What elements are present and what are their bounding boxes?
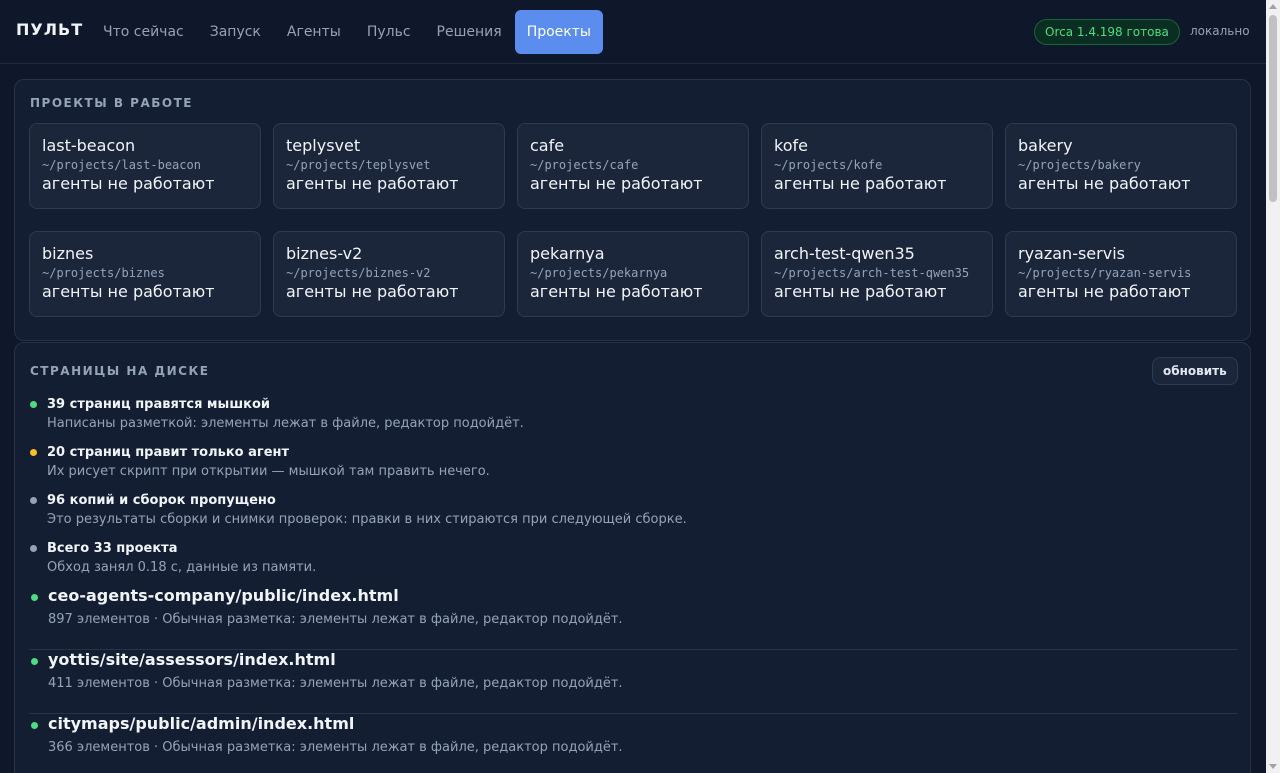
summary-item: 96 копий и сборок пропущено Это результа… — [29, 492, 1239, 540]
project-name: kofe — [774, 136, 808, 155]
summary-title: 96 копий и сборок пропущено — [47, 493, 276, 508]
summary-item: 20 страниц правит только агент Их рисует… — [29, 444, 1239, 492]
project-path: ~/projects/bakery — [1018, 158, 1141, 172]
project-card[interactable]: biznes-v2 ~/projects/biznes-v2 агенты не… — [273, 231, 505, 317]
scrollbar[interactable] — [1266, 0, 1280, 773]
main-nav: Что сейчас Запуск Агенты Пульс Решения П… — [90, 10, 603, 54]
file-path[interactable]: yottis/site/assessors/index.html — [48, 650, 1237, 670]
summary-item: 39 страниц правятся мышкой Написаны разм… — [29, 396, 1239, 444]
pages-section-title: СТРАНИЦЫ НА ДИСКЕ — [30, 364, 210, 378]
summary-desc: Обход занял 0.18 с, данные из памяти. — [47, 560, 317, 575]
file-row[interactable]: ceo-agents-company/public/index.html 897… — [29, 586, 1237, 650]
project-status: агенты не работают — [774, 174, 947, 193]
project-card[interactable]: pekarnya ~/projects/pekarnya агенты не р… — [517, 231, 749, 317]
projects-section-title: ПРОЕКТЫ В РАБОТЕ — [30, 96, 193, 110]
file-row[interactable]: citymaps/public/admin/index.html 366 эле… — [29, 714, 1237, 773]
file-path[interactable]: ceo-agents-company/public/index.html — [48, 586, 1237, 606]
projects-grid: last-beacon ~/projects/last-beacon агент… — [29, 123, 1237, 317]
project-status: агенты не работают — [530, 282, 703, 301]
project-card[interactable]: ryazan-servis ~/projects/ryazan-servis а… — [1005, 231, 1237, 317]
app-brand: ПУЛЬТ — [16, 20, 84, 39]
nav-item-decisions[interactable]: Решения — [424, 10, 515, 54]
status-dot-icon — [30, 449, 37, 456]
project-status: агенты не работают — [774, 282, 947, 301]
nav-item-pulse[interactable]: Пульс — [354, 10, 424, 54]
summary-desc: Написаны разметкой: элементы лежат в фай… — [47, 416, 524, 431]
scroll-down-icon[interactable] — [1269, 764, 1277, 769]
pages-summary: 39 страниц правятся мышкой Написаны разм… — [29, 396, 1239, 586]
nav-item-launch[interactable]: Запуск — [197, 10, 274, 54]
nav-item-projects[interactable]: Проекты — [514, 10, 603, 54]
nav-item-agents[interactable]: Агенты — [274, 10, 354, 54]
top-bar: ПУЛЬТ Что сейчас Запуск Агенты Пульс Реш… — [0, 0, 1266, 64]
file-path[interactable]: citymaps/public/admin/index.html — [48, 714, 1237, 734]
project-name: teplysvet — [286, 136, 361, 155]
file-desc: 366 элементов · Обычная разметка: элемен… — [48, 740, 623, 755]
summary-desc: Это результаты сборки и снимки проверок:… — [47, 512, 687, 527]
summary-title: 39 страниц правятся мышкой — [47, 397, 270, 412]
file-desc: 897 элементов · Обычная разметка: элемен… — [48, 612, 623, 627]
nav-item-now[interactable]: Что сейчас — [90, 10, 197, 54]
project-name: biznes — [42, 244, 94, 263]
summary-title: 20 страниц правит только агент — [47, 445, 290, 460]
project-status: агенты не работают — [1018, 282, 1191, 301]
project-status: агенты не работают — [286, 174, 459, 193]
project-path: ~/projects/pekarnya — [530, 266, 668, 280]
scroll-thumb[interactable] — [1269, 15, 1277, 202]
project-card[interactable]: bakery ~/projects/bakery агенты не работ… — [1005, 123, 1237, 209]
project-name: biznes-v2 — [286, 244, 363, 263]
project-status: агенты не работают — [42, 174, 215, 193]
status-dot-icon — [31, 594, 38, 601]
files-list: ceo-agents-company/public/index.html 897… — [29, 586, 1237, 773]
pages-panel: СТРАНИЦЫ НА ДИСКЕ обновить 39 страниц пр… — [14, 342, 1251, 773]
project-card[interactable]: biznes ~/projects/biznes агенты не работ… — [29, 231, 261, 317]
summary-item: Всего 33 проекта Обход занял 0.18 с, дан… — [29, 540, 1239, 586]
status-dot-icon — [30, 497, 37, 504]
project-path: ~/projects/biznes — [42, 266, 165, 280]
status-dot-icon — [30, 545, 37, 552]
project-card[interactable]: teplysvet ~/projects/teplysvet агенты не… — [273, 123, 505, 209]
status-dot-icon — [31, 658, 38, 665]
file-row[interactable]: yottis/site/assessors/index.html 411 эле… — [29, 650, 1237, 714]
projects-panel: ПРОЕКТЫ В РАБОТЕ last-beacon ~/projects/… — [14, 79, 1251, 341]
project-card[interactable]: last-beacon ~/projects/last-beacon агент… — [29, 123, 261, 209]
mode-label: локально — [1190, 24, 1250, 38]
project-path: ~/projects/arch-test-qwen35 — [774, 266, 970, 280]
project-path: ~/projects/kofe — [774, 158, 883, 172]
project-name: cafe — [530, 136, 565, 155]
project-card[interactable]: cafe ~/projects/cafe агенты не работают — [517, 123, 749, 209]
project-path: ~/projects/biznes-v2 — [286, 266, 431, 280]
project-card[interactable]: kofe ~/projects/kofe агенты не работают — [761, 123, 993, 209]
project-name: last-beacon — [42, 136, 136, 155]
project-name: ryazan-servis — [1018, 244, 1125, 263]
scroll-up-icon[interactable] — [1269, 4, 1277, 9]
status-dot-icon — [31, 722, 38, 729]
project-status: агенты не работают — [286, 282, 459, 301]
project-path: ~/projects/teplysvet — [286, 158, 431, 172]
project-name: pekarnya — [530, 244, 605, 263]
project-path: ~/projects/cafe — [530, 158, 639, 172]
status-dot-icon — [30, 401, 37, 408]
file-desc: 411 элементов · Обычная разметка: элемен… — [48, 676, 623, 691]
version-badge: Orca 1.4.198 готова — [1034, 19, 1180, 45]
project-status: агенты не работают — [1018, 174, 1191, 193]
project-path: ~/projects/ryazan-servis — [1018, 266, 1192, 280]
project-name: arch-test-qwen35 — [774, 244, 915, 263]
summary-desc: Их рисует скрипт при открытии — мышкой т… — [47, 464, 490, 479]
project-card[interactable]: arch-test-qwen35 ~/projects/arch-test-qw… — [761, 231, 993, 317]
project-status: агенты не работают — [42, 282, 215, 301]
project-path: ~/projects/last-beacon — [42, 158, 201, 172]
project-status: агенты не работают — [530, 174, 703, 193]
refresh-button[interactable]: обновить — [1152, 357, 1238, 385]
summary-title: Всего 33 проекта — [47, 541, 178, 556]
project-name: bakery — [1018, 136, 1073, 155]
